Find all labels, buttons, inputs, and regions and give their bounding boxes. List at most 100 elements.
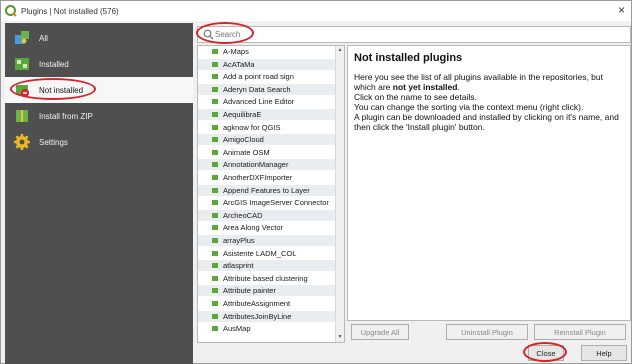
plugin-list-item[interactable]: AmigoCloud xyxy=(198,134,336,146)
search-input[interactable] xyxy=(215,28,415,41)
plugins-dialog: Plugins | Not installed (576) × All Inst… xyxy=(0,0,632,364)
plugin-name: agknow for QGIS xyxy=(223,122,281,132)
sidebar-item-label: All xyxy=(39,33,48,43)
plugin-name: Asistente LADM_COL xyxy=(223,248,297,258)
plugin-name: Area Along Vector xyxy=(223,223,284,233)
plugin-icon xyxy=(212,61,218,67)
scroll-up-arrow-icon[interactable]: ▲ xyxy=(336,46,344,55)
help-button[interactable]: Help xyxy=(581,345,627,361)
not-installed-plugins-icon xyxy=(13,81,31,99)
plugin-icon xyxy=(212,175,218,180)
plugin-icon xyxy=(212,86,218,92)
plugin-icon xyxy=(212,263,218,269)
plugin-list-item[interactable]: agknow for QGIS xyxy=(198,122,336,133)
plugin-icon xyxy=(212,301,218,306)
sidebar-item-install-from-zip[interactable]: Install from ZIP xyxy=(5,103,193,129)
details-paragraph-intro: Here you see the list of all plugins ava… xyxy=(354,72,604,92)
details-paragraph-click: Click on the name to see details. xyxy=(354,92,477,102)
plugin-list-item[interactable]: Attribute based clustering xyxy=(198,273,336,284)
details-paragraph-sorting: You can change the sorting via the conte… xyxy=(354,102,584,112)
plugin-icon xyxy=(212,313,218,319)
search-icon xyxy=(203,29,214,40)
plugin-list-item[interactable]: AcATaMa xyxy=(198,58,336,70)
uninstall-plugin-button[interactable]: Uninstall Plugin xyxy=(446,324,528,340)
sidebar: All Installed Not installed Install from… xyxy=(5,23,193,364)
plugin-icon xyxy=(212,326,218,332)
plugin-list-item[interactable]: AttributeAssignment xyxy=(198,298,336,309)
sidebar-item-label: Settings xyxy=(39,137,68,147)
plugin-icon xyxy=(212,200,218,206)
details-paragraph-install: A plugin can be downloaded and installed… xyxy=(354,112,619,132)
sidebar-item-label: Install from ZIP xyxy=(39,111,93,121)
plugin-list-item[interactable]: Append Features to Layer xyxy=(198,184,336,196)
plugin-list-scrollbar[interactable]: ▲ ▼ xyxy=(335,46,344,342)
plugin-list-item[interactable]: atlasprint xyxy=(198,260,336,272)
plugin-name: atlasprint xyxy=(223,261,254,271)
plugin-name: Add a point road sign xyxy=(223,72,294,82)
details-heading: Not installed plugins xyxy=(354,52,463,64)
plugin-name: AequilibraE xyxy=(223,110,262,119)
plugin-icon xyxy=(212,187,218,193)
plugin-icon xyxy=(212,250,218,256)
plugin-list-item[interactable]: Attribute painter xyxy=(198,285,336,297)
plugin-icon xyxy=(212,124,218,130)
plugin-name: AnotherDXFImporter xyxy=(223,173,293,182)
plugin-icon xyxy=(212,275,218,281)
sidebar-item-installed[interactable]: Installed xyxy=(5,51,193,77)
plugin-list-item[interactable]: AttributesJoinByLine xyxy=(198,310,336,322)
reinstall-plugin-button[interactable]: Reinstall Plugin xyxy=(534,324,626,340)
plugin-list[interactable]: AusMap AttributesJoinByLine AttributeAssig… xyxy=(197,45,345,343)
plugin-list-item[interactable]: Aderyn Data Search xyxy=(198,83,336,95)
gear-icon xyxy=(13,133,31,151)
sidebar-item-not-installed[interactable]: Not installed xyxy=(5,77,193,103)
plugin-icon xyxy=(212,137,218,143)
plugin-list-item[interactable]: ArcGIS ImageServer Connector xyxy=(198,197,336,208)
plugin-list-item[interactable]: AnnotationManager xyxy=(198,159,336,171)
plugin-list-item[interactable]: Area Along Vector xyxy=(198,222,336,233)
plugin-list-item[interactable]: Asistente LADM_COL xyxy=(198,248,336,259)
plugin-icon xyxy=(212,212,218,218)
plugin-name: A-Maps xyxy=(223,47,249,56)
window-title: Plugins | Not installed (576) xyxy=(21,6,119,16)
plugin-list-item[interactable]: Add a point road sign xyxy=(198,71,336,82)
plugin-icon xyxy=(212,149,218,155)
plugin-name: Attribute painter xyxy=(223,286,276,296)
installed-plugins-icon xyxy=(13,55,31,73)
plugin-name: Animate OSM xyxy=(223,147,270,157)
plugin-list-item[interactable]: AusMap xyxy=(198,323,336,334)
plugin-name: AusMap xyxy=(223,324,251,334)
plugin-icon xyxy=(212,99,218,105)
plugin-icon xyxy=(212,238,218,243)
plugin-name: AttributeAssignment xyxy=(223,299,291,308)
qgis-logo-icon xyxy=(5,5,17,17)
plugin-name: arrayPlus xyxy=(223,236,255,245)
plugin-name: Advanced Line Editor xyxy=(223,97,295,107)
sidebar-item-settings[interactable]: Settings xyxy=(5,129,193,155)
window-close-icon[interactable]: × xyxy=(618,4,625,16)
plugin-name: Append Features to Layer xyxy=(223,185,310,195)
puzzle-icon xyxy=(13,29,31,47)
plugin-name: AcATaMa xyxy=(223,59,255,69)
plugin-list-item[interactable]: arrayPlus xyxy=(198,235,336,246)
plugin-icon xyxy=(212,225,218,231)
plugin-list-item[interactable]: AnotherDXFImporter xyxy=(198,172,336,183)
search-box[interactable] xyxy=(197,26,631,43)
plugin-name: AmigoCloud xyxy=(223,135,264,145)
title-bar: Plugins | Not installed (576) × xyxy=(1,1,631,21)
plugin-details-panel: Not installed plugins Here you see the l… xyxy=(347,45,631,321)
scroll-down-arrow-icon[interactable]: ▼ xyxy=(336,333,344,342)
plugin-icon xyxy=(212,74,218,80)
plugin-name: ArcheoCAD xyxy=(223,210,263,220)
plugin-list-item[interactable]: Animate OSM xyxy=(198,147,336,158)
plugin-name: AttributesJoinByLine xyxy=(223,311,292,321)
zip-install-icon xyxy=(13,107,31,125)
plugin-icon xyxy=(212,288,218,294)
plugin-list-item[interactable]: AequilibraE xyxy=(198,109,336,120)
plugin-list-item[interactable]: ArcheoCAD xyxy=(198,209,336,221)
plugin-name: AnnotationManager xyxy=(223,160,289,170)
upgrade-all-button[interactable]: Upgrade All xyxy=(351,324,409,340)
sidebar-item-all[interactable]: All xyxy=(5,25,193,51)
plugin-list-item[interactable]: Advanced Line Editor xyxy=(198,96,336,107)
close-button[interactable]: Close xyxy=(528,345,564,361)
plugin-list-item[interactable]: A-Maps xyxy=(198,46,336,57)
